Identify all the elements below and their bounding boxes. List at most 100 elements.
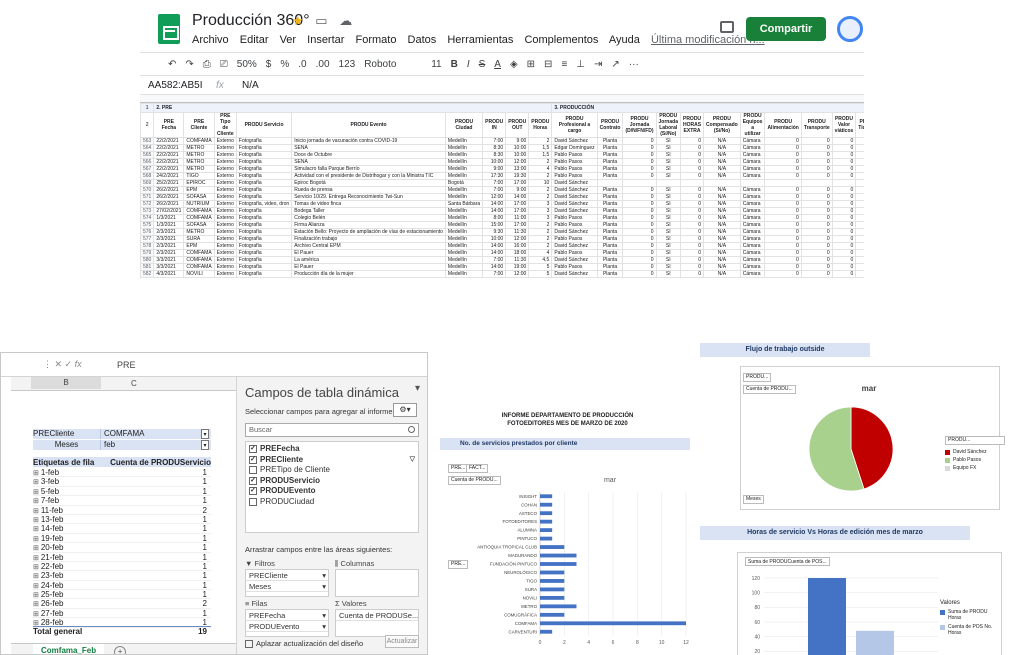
table-cell[interactable]: Fotografía xyxy=(235,235,293,243)
table-cell[interactable]: 14:00 xyxy=(482,263,507,271)
table-cell[interactable]: 2/3/2021 xyxy=(153,228,185,236)
table-cell[interactable]: 0 xyxy=(764,214,802,222)
row-labels-header[interactable]: Etiquetas de fila xyxy=(33,458,110,467)
table-cell[interactable]: SÍ xyxy=(655,193,681,201)
table-cell[interactable]: David Sánchez xyxy=(551,200,598,208)
name-box[interactable]: AA582:AB5I xyxy=(140,80,216,91)
bar[interactable] xyxy=(540,604,577,609)
table-cell[interactable]: 0 xyxy=(800,151,833,159)
table-cell[interactable]: 0 xyxy=(764,172,802,180)
table-cell[interactable]: N/A xyxy=(703,235,741,243)
table-cell[interactable] xyxy=(679,179,705,187)
table-cell[interactable]: 0 xyxy=(831,137,857,145)
table-cell[interactable]: N/A xyxy=(703,207,741,215)
font-size-select[interactable]: 11 xyxy=(431,59,441,70)
table-cell[interactable]: 0 xyxy=(800,270,833,278)
table-cell[interactable]: Cámara xyxy=(739,172,766,180)
table-cell[interactable]: N/A xyxy=(703,263,741,271)
table-cell[interactable]: 0 xyxy=(800,137,833,145)
table-cell[interactable]: El Pauer xyxy=(291,249,446,257)
table-cell[interactable] xyxy=(855,179,864,187)
table-cell[interactable]: Cámara xyxy=(739,214,766,222)
table-cell[interactable]: 0 xyxy=(800,249,833,257)
table-cell[interactable]: Medellín xyxy=(444,144,484,152)
column-header[interactable]: PRODU Evento xyxy=(291,112,446,138)
pivot-row[interactable]: 19-feb 1 xyxy=(33,534,211,544)
filter-icon[interactable]: ▽ xyxy=(410,455,415,466)
table-cell[interactable]: 2 xyxy=(528,137,553,145)
table-cell[interactable]: 12:00 xyxy=(505,158,530,166)
table-cell[interactable]: Externo xyxy=(213,165,237,173)
table-cell[interactable]: 0 xyxy=(764,144,802,152)
table-cell[interactable]: 1/3/2021 xyxy=(153,221,185,229)
table-cell[interactable]: 14:00 xyxy=(482,249,507,257)
table-cell[interactable]: 0 xyxy=(800,193,833,201)
table-cell[interactable]: 3/3/2021 xyxy=(153,256,185,264)
table-cell[interactable]: COMFAMA xyxy=(183,214,215,222)
table-cell[interactable]: 10:00 xyxy=(482,158,507,166)
menu-formato[interactable]: Formato xyxy=(356,34,397,46)
table-cell[interactable]: Medellín xyxy=(444,172,484,180)
table-cell[interactable]: 0 xyxy=(679,242,705,250)
zoom-select[interactable]: 50% xyxy=(237,59,257,70)
table-cell[interactable]: Externo xyxy=(213,158,237,166)
table-cell[interactable]: Planta xyxy=(596,158,624,166)
table-cell[interactable]: 0 xyxy=(831,221,857,229)
table-cell[interactable]: 22/2/2021 xyxy=(153,144,185,152)
table-cell[interactable]: METRO xyxy=(183,158,215,166)
table-cell[interactable]: Planta xyxy=(596,256,624,264)
rows-item-prefecha[interactable]: PREFecha ▾ xyxy=(246,610,328,621)
table-cell[interactable]: 0 xyxy=(622,207,657,215)
pivot-row[interactable]: 11-feb 2 xyxy=(33,506,211,515)
table-cell[interactable]: 0 xyxy=(622,193,657,201)
strikethrough-button[interactable]: S xyxy=(479,59,486,70)
filters-item-meses[interactable]: Meses ▾ xyxy=(246,581,328,592)
table-cell[interactable]: David Sánchez xyxy=(551,193,598,201)
bar[interactable] xyxy=(540,612,565,617)
table-cell[interactable]: Planta xyxy=(596,242,624,250)
table-cell[interactable]: 0 xyxy=(764,165,802,173)
table-cell[interactable]: Planta xyxy=(596,172,624,180)
table-cell[interactable]: SÍ xyxy=(655,186,681,194)
pivot-row[interactable]: 3-feb 1 xyxy=(33,477,211,487)
excel-formula-input[interactable]: PRE xyxy=(111,360,136,370)
bar[interactable] xyxy=(540,502,553,507)
menu-ayuda[interactable]: Ayuda xyxy=(609,34,640,46)
column-header[interactable]: PRODU Servicio xyxy=(235,112,293,138)
table-cell[interactable]: Pablo Pasos xyxy=(551,221,598,229)
table-cell[interactable] xyxy=(739,179,766,187)
table-cell[interactable]: EPM xyxy=(183,242,215,250)
pivot-row[interactable]: 13-feb 1 xyxy=(33,515,211,525)
table-cell[interactable]: 19:00 xyxy=(505,263,530,271)
table-cell[interactable] xyxy=(800,179,833,187)
table-cell[interactable]: 11:30 xyxy=(505,228,530,236)
table-cell[interactable]: 0 xyxy=(831,165,857,173)
table-cell[interactable]: 0 xyxy=(800,186,833,194)
bold-button[interactable]: B xyxy=(451,59,458,70)
table-cell[interactable]: 0 xyxy=(622,151,657,159)
table-cell[interactable]: 22/2/2021 xyxy=(153,158,185,166)
table-cell[interactable]: 0 xyxy=(800,172,833,180)
table-cell[interactable]: 0 xyxy=(831,158,857,166)
table-cell[interactable]: NUTRIUM xyxy=(183,200,215,208)
avatar[interactable] xyxy=(837,16,863,42)
table-cell[interactable]: Fotografía xyxy=(235,242,293,250)
bar[interactable] xyxy=(540,536,553,541)
row-number[interactable]: 580 xyxy=(140,256,155,264)
table-cell[interactable]: 0 xyxy=(800,200,833,208)
table-cell[interactable]: 0 xyxy=(679,263,705,271)
undo-icon[interactable]: ↶ xyxy=(168,59,176,70)
table-cell[interactable]: SÍ xyxy=(655,144,681,152)
pivot-row[interactable]: 14-feb 1 xyxy=(33,524,211,534)
pivot-row[interactable]: 21-feb 1 xyxy=(33,553,211,562)
table-cell[interactable]: El Pauer xyxy=(291,263,446,271)
table-cell[interactable]: 5 xyxy=(528,270,553,278)
field-item[interactable]: ✓ PREFecha xyxy=(249,444,415,455)
row-number[interactable]: 579 xyxy=(140,249,155,257)
table-cell[interactable]: Planta xyxy=(596,151,624,159)
table-cell[interactable]: 0 xyxy=(800,221,833,229)
bar[interactable] xyxy=(540,545,565,549)
table-cell[interactable]: Cámara xyxy=(739,200,766,208)
increase-decimal-button[interactable]: .00 xyxy=(316,59,330,70)
table-cell[interactable] xyxy=(703,179,741,187)
